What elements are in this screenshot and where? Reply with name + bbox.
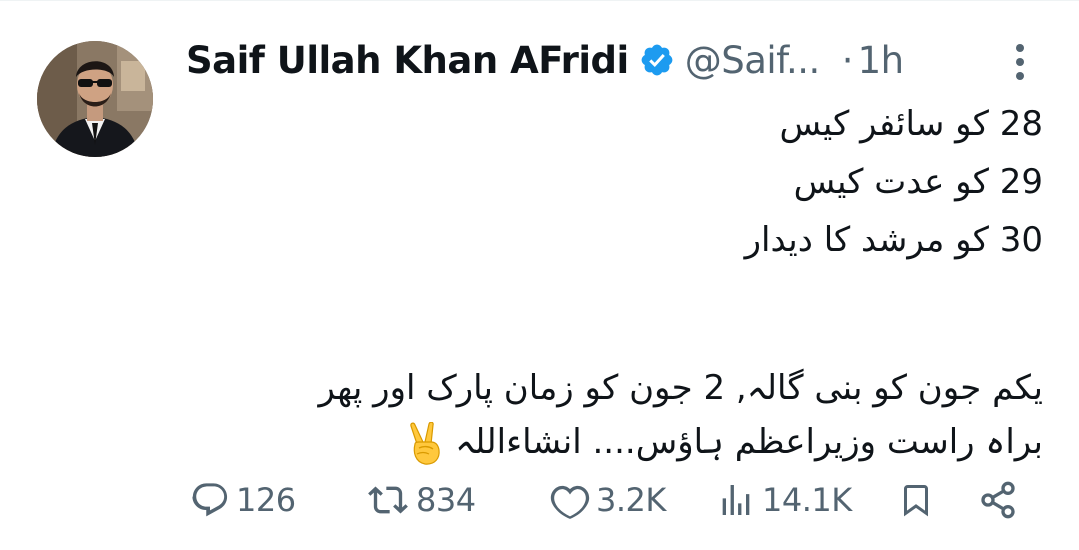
- like-count: 3.2K: [596, 481, 666, 519]
- views-icon: [722, 485, 750, 515]
- share-button[interactable]: [978, 470, 1018, 530]
- separator-dot: ·: [841, 38, 854, 82]
- tweet-line: 29 کو عدت کیس: [793, 162, 1043, 202]
- bookmark-icon: [904, 485, 928, 517]
- verified-badge-icon: [639, 42, 675, 78]
- retweet-icon: [368, 486, 408, 514]
- tweet-line: یکم جون کو بنی گالہ, 2 جون کو زمان پارک …: [318, 368, 1043, 408]
- author-name[interactable]: Saif Ullah Khan AFridi: [186, 39, 629, 82]
- like-icon: [550, 485, 590, 519]
- tweet-text: 28 کو سائفر کیس 29 کو عدت کیس 30 کو مرشد…: [183, 95, 1043, 469]
- avatar-image: [37, 41, 153, 157]
- tweet-actions: 126 834 3.2K 14.1K: [0, 470, 1079, 530]
- retweet-button[interactable]: 834: [366, 470, 476, 530]
- tweet-line: 28 کو سائفر کیس: [779, 104, 1043, 144]
- tweet-line: 30 کو مرشد کا دیدار: [744, 220, 1043, 260]
- views-button[interactable]: 14.1K: [716, 470, 852, 530]
- reply-icon: [192, 483, 228, 517]
- tweet-line-text: براہ راست وزیراعظم ہاؤس.... انشاءاللہ: [455, 422, 1043, 462]
- avatar[interactable]: [37, 41, 153, 157]
- top-divider: [0, 0, 1079, 1]
- tweet-header: Saif Ullah Khan AFridi @Saif... · 1h: [186, 34, 1036, 86]
- reply-button[interactable]: 126: [190, 470, 296, 530]
- author-handle[interactable]: @Saif...: [685, 39, 821, 82]
- tweet-time[interactable]: 1h: [858, 39, 905, 82]
- more-icon[interactable]: [1008, 42, 1032, 82]
- views-count: 14.1K: [762, 481, 852, 519]
- bookmark-button[interactable]: [898, 470, 934, 530]
- like-button[interactable]: 3.2K: [550, 470, 666, 530]
- share-icon: [981, 481, 1015, 519]
- victory-hand-emoji: [405, 421, 447, 466]
- reply-count: 126: [236, 481, 296, 519]
- retweet-count: 834: [416, 481, 476, 519]
- tweet-line-last: براہ راست وزیراعظم ہاؤس.... انشاءاللہ: [183, 415, 1043, 469]
